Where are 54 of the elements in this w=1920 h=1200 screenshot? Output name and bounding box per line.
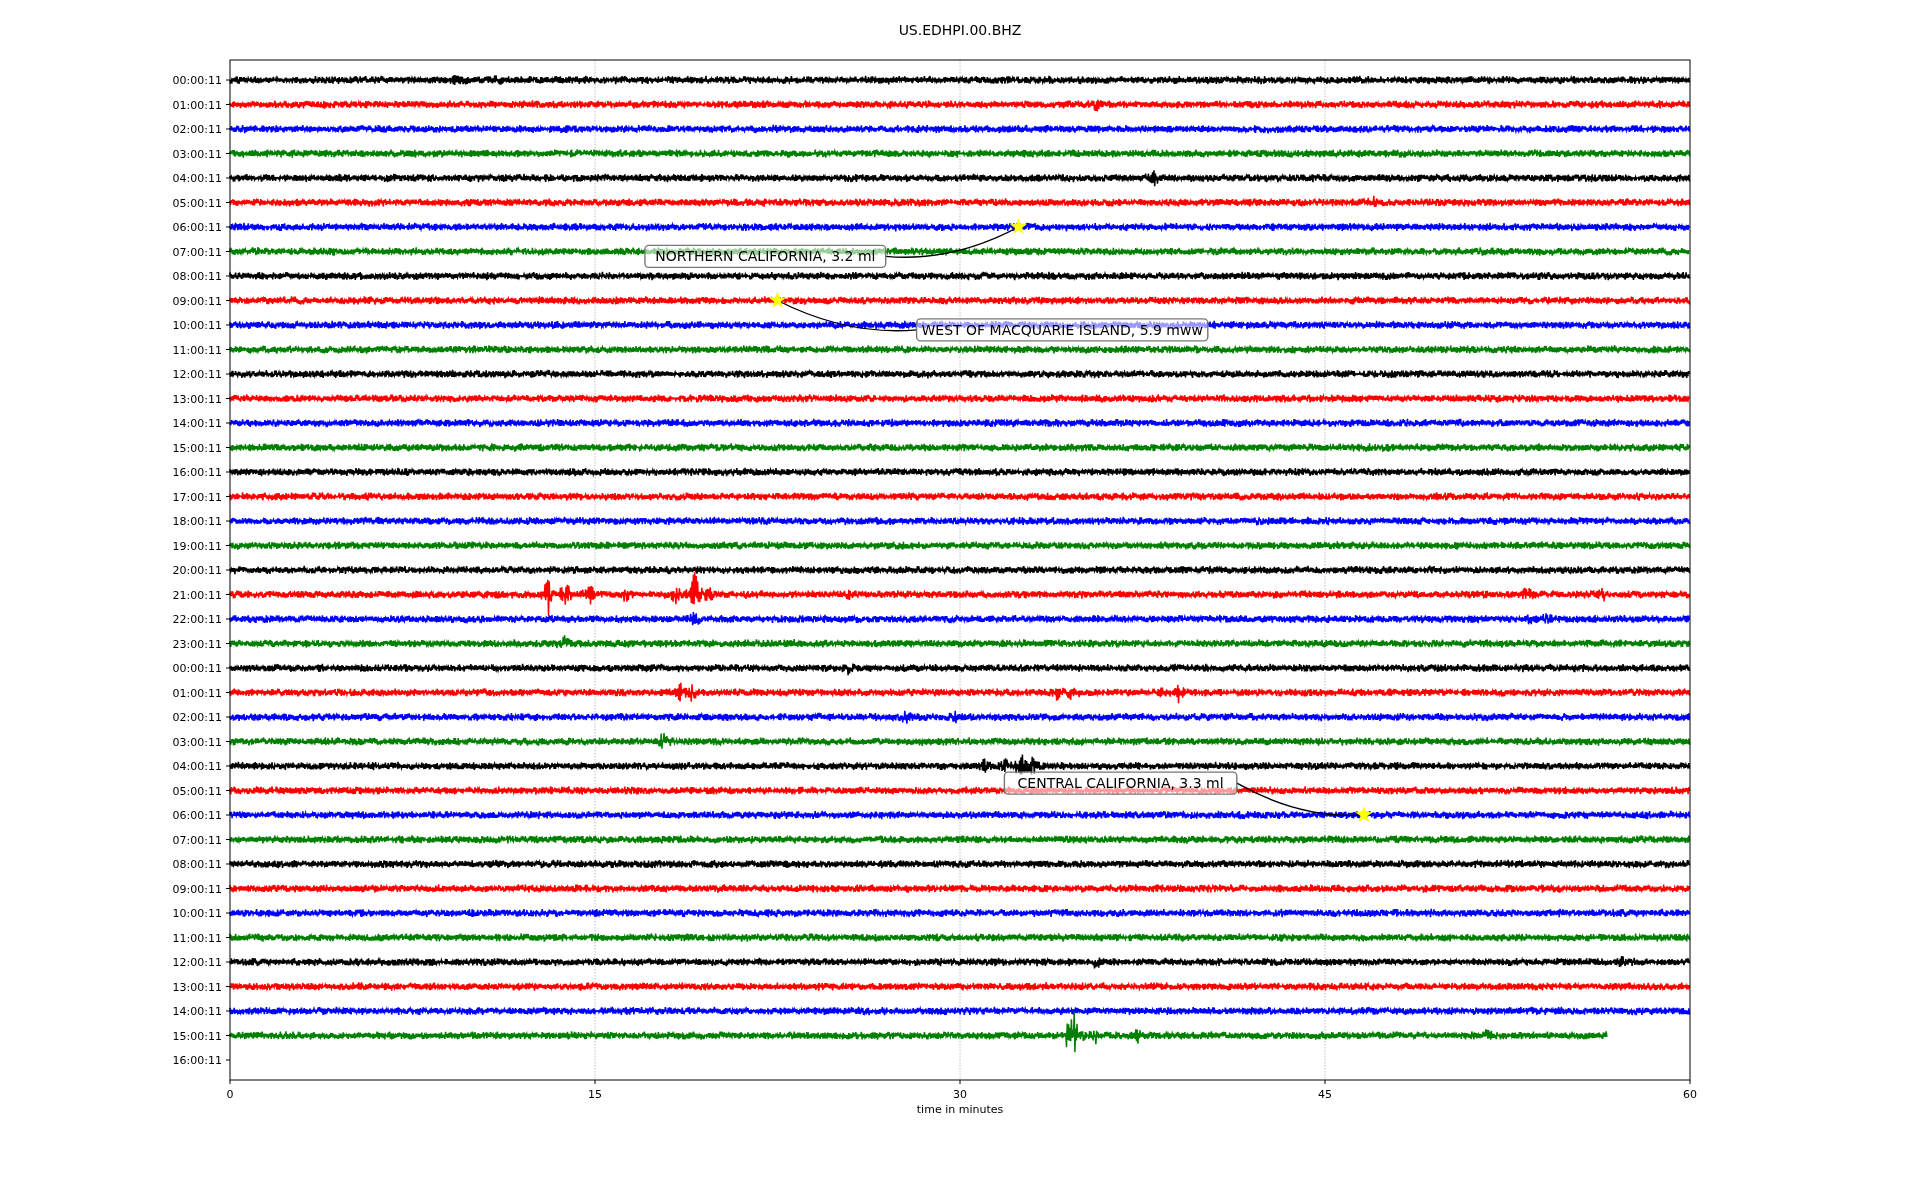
y-tick-label: 01:00:11 (172, 686, 222, 700)
y-tick-label: 05:00:11 (172, 784, 222, 798)
y-tick-label: 13:00:11 (172, 392, 222, 406)
y-tick-label: 14:00:11 (172, 417, 222, 430)
y-tick-label: 07:00:11 (172, 245, 222, 259)
y-tick-label: 12:00:11 (172, 956, 222, 969)
y-tick-label: 20:00:11 (172, 564, 222, 577)
y-tick-label: 18:00:11 (172, 515, 222, 528)
y-tick-label: 09:00:11 (172, 882, 222, 896)
x-tick-label: 0 (226, 1088, 234, 1101)
event-label: WEST OF MACQUARIE ISLAND, 5.9 mww (915, 318, 1209, 342)
y-tick-label: 05:00:11 (172, 196, 222, 210)
y-tick-label: 01:00:11 (172, 98, 222, 112)
y-tick-label: 06:00:11 (172, 221, 222, 234)
y-tick-label: 13:00:11 (172, 980, 222, 994)
star-icon (1009, 218, 1027, 235)
y-tick-label: 14:00:11 (172, 1005, 222, 1018)
y-tick-label: 08:00:11 (172, 270, 222, 283)
x-tick-label: 30 (953, 1088, 967, 1101)
y-tick-label: 15:00:11 (172, 441, 222, 455)
y-tick-label: 21:00:11 (172, 588, 222, 602)
star-icon (768, 291, 787, 308)
y-tick-label: 23:00:11 (172, 637, 222, 651)
y-tick-label: 00:00:11 (172, 74, 222, 87)
x-axis-label: time in minutes (916, 1103, 1004, 1116)
x-tick-label: 60 (1683, 1088, 1697, 1101)
y-tick-label: 04:00:11 (172, 760, 222, 773)
y-tick-label: 17:00:11 (172, 490, 222, 504)
y-tick-label: 19:00:11 (172, 539, 222, 553)
y-tick-label: 12:00:11 (172, 368, 222, 381)
y-tick-label: 04:00:11 (172, 172, 222, 185)
y-tick-label: 03:00:11 (172, 147, 222, 161)
event-label: NORTHERN CALIFORNIA, 3.2 ml (644, 244, 887, 269)
y-tick-label: 22:00:11 (172, 613, 222, 626)
star-icon (1355, 806, 1373, 823)
y-tick-label: 07:00:11 (172, 833, 222, 847)
y-tick-label: 02:00:11 (172, 123, 222, 136)
y-tick-label: 16:00:11 (172, 1054, 222, 1067)
y-tick-label: 00:00:11 (172, 662, 222, 675)
y-tick-label: 16:00:11 (172, 466, 222, 479)
y-tick-label: 11:00:11 (172, 931, 222, 945)
chart-title: US.EDHPI.00.BHZ (898, 22, 1022, 38)
event-label: CENTRAL CALIFORNIA, 3.3 ml (1003, 771, 1238, 795)
x-tick-label: 15 (588, 1088, 602, 1101)
y-tick-label: 03:00:11 (172, 735, 222, 749)
y-tick-label: 09:00:11 (172, 294, 222, 308)
y-tick-label: 10:00:11 (172, 319, 222, 332)
y-tick-label: 11:00:11 (172, 343, 222, 357)
x-tick-label: 45 (1318, 1088, 1332, 1101)
y-tick-label: 06:00:11 (172, 809, 222, 822)
y-tick-label: 15:00:11 (172, 1029, 222, 1043)
y-tick-label: 08:00:11 (172, 858, 222, 871)
y-tick-label: 10:00:11 (172, 907, 222, 920)
y-tick-label: 02:00:11 (172, 711, 222, 724)
